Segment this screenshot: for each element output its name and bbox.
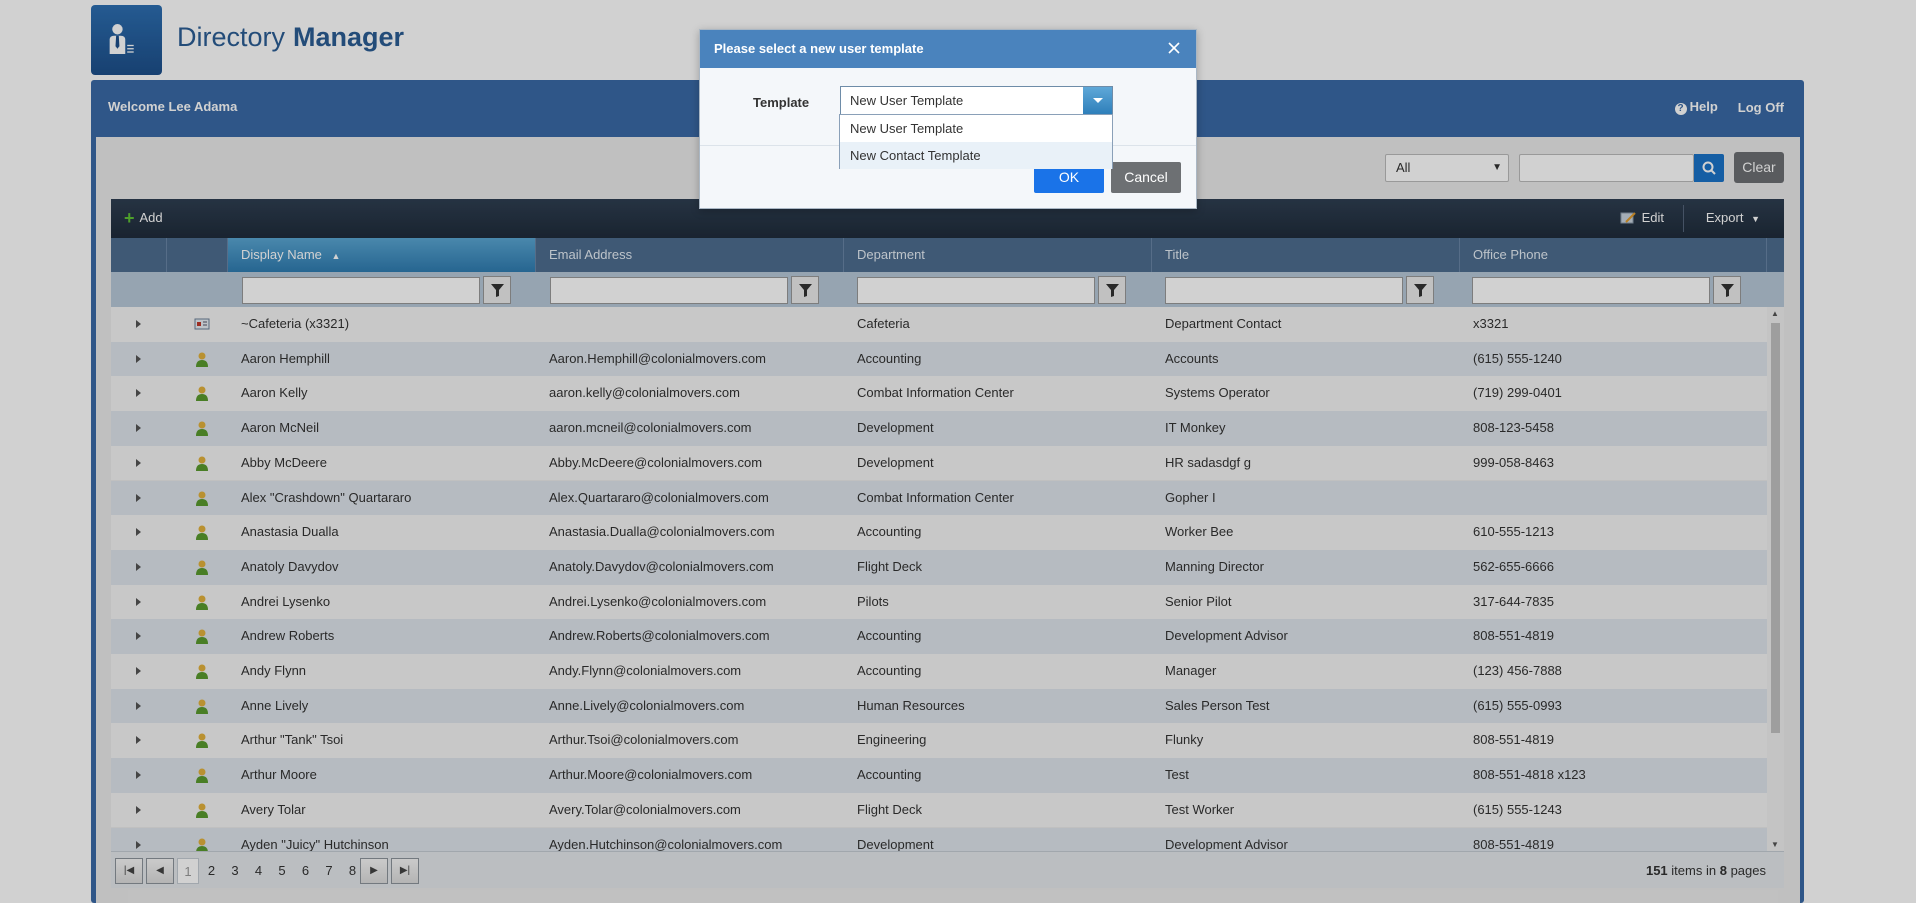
- cancel-button[interactable]: Cancel: [1111, 162, 1181, 193]
- dropdown-option-new-user-template[interactable]: New User Template: [840, 115, 1112, 142]
- template-dropdown-list: New User Template New Contact Template: [839, 114, 1113, 169]
- template-selected-value: New User Template: [850, 93, 964, 108]
- template-label: Template: [753, 95, 810, 110]
- template-select[interactable]: New User Template: [840, 86, 1113, 115]
- chevron-down-icon[interactable]: [1083, 87, 1112, 114]
- dialog-title: Please select a new user template: [700, 30, 1196, 68]
- dropdown-option-new-contact-template[interactable]: New Contact Template: [840, 142, 1112, 169]
- close-icon[interactable]: [1164, 38, 1184, 58]
